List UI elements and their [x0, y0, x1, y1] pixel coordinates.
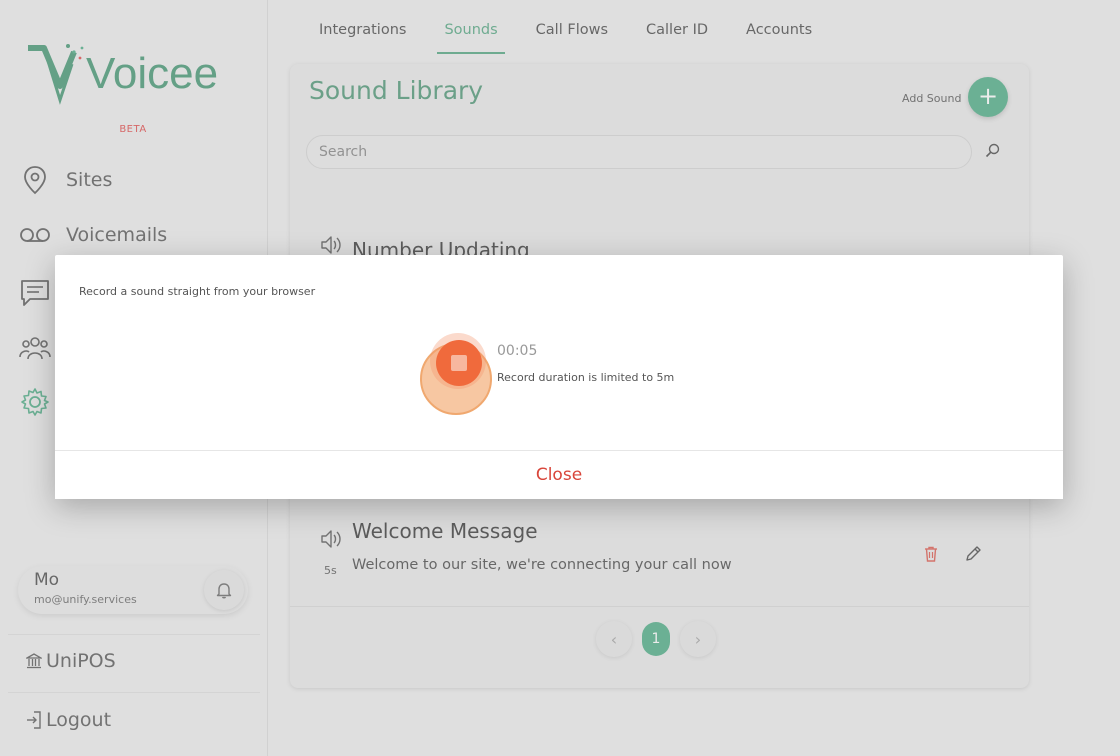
record-sound-dialog: Record a sound straight from your browse…: [55, 255, 1063, 499]
recording-timer: 00:05: [497, 343, 538, 359]
recorder: [415, 331, 505, 421]
stop-icon: [451, 355, 467, 371]
dialog-description: Record a sound straight from your browse…: [79, 285, 316, 298]
duration-limit-text: Record duration is limited to 5m: [497, 371, 675, 384]
close-button[interactable]: Close: [55, 451, 1063, 499]
stop-recording-button[interactable]: [436, 340, 482, 386]
